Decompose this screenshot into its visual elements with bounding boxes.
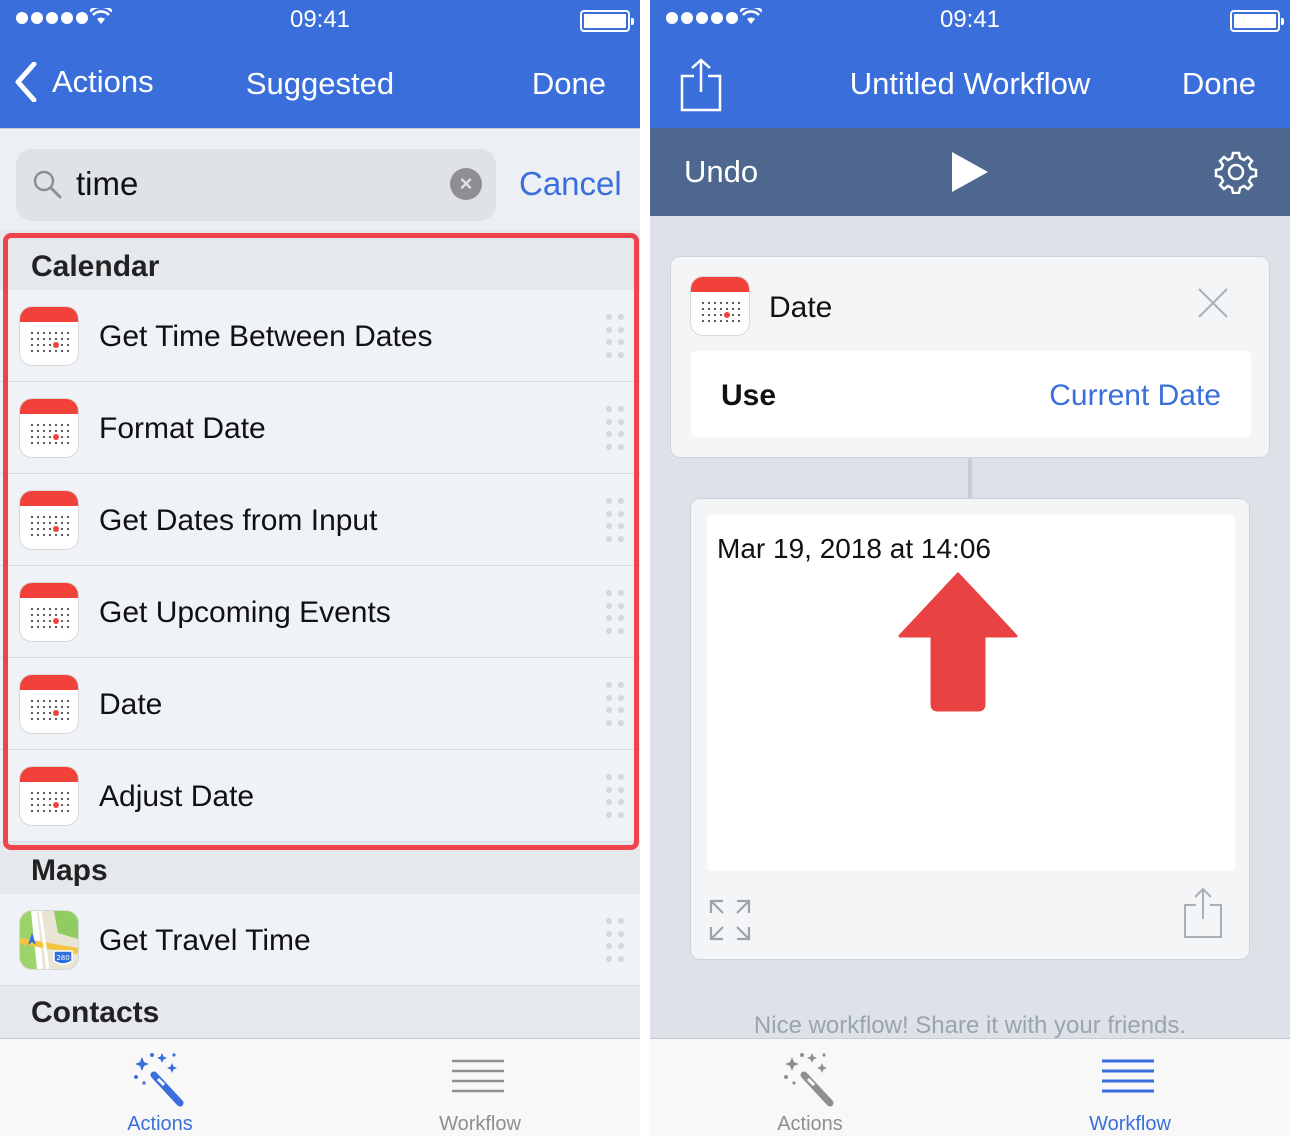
calendar-icon <box>691 277 749 335</box>
close-icon[interactable] <box>1197 287 1229 319</box>
tab-actions-label: Actions <box>777 1113 843 1135</box>
tab-workflow-label: Workflow <box>1089 1113 1171 1135</box>
connector-line <box>968 458 972 498</box>
list-item-label: Format Date <box>99 412 266 445</box>
calendar-icon <box>20 767 78 825</box>
search-input[interactable]: time × <box>16 149 496 221</box>
drag-handle-icon[interactable] <box>606 682 624 728</box>
list-item-label: Adjust Date <box>99 780 255 813</box>
navigation-bar: Actions Suggested Done <box>0 40 640 128</box>
parameter-value[interactable]: Current Date <box>1049 379 1221 413</box>
battery-icon <box>580 10 634 32</box>
search-icon <box>33 170 62 199</box>
list-icon <box>452 1059 504 1093</box>
workflow-toolbar: Undo <box>650 128 1290 216</box>
section-header-contacts: Contacts <box>0 986 640 1038</box>
maps-icon: 280 <box>20 911 78 969</box>
up-arrow-icon <box>898 572 1018 712</box>
screen-divider <box>640 0 650 1136</box>
status-bar: 09:41 <box>650 0 1290 40</box>
tab-actions[interactable]: Actions <box>650 1039 970 1136</box>
calendar-icon <box>20 675 78 733</box>
status-time: 09:41 <box>939 6 1001 33</box>
results-list: Calendar Get Time Between Dates Format D… <box>0 230 640 1038</box>
calendar-icon <box>20 307 78 365</box>
list-item[interactable]: Get Upcoming Events <box>0 566 640 658</box>
magic-wand-icon <box>134 1053 184 1107</box>
list-item[interactable]: Format Date <box>0 382 640 474</box>
cancel-button[interactable]: Cancel <box>519 165 622 203</box>
list-item[interactable]: Adjust Date <box>0 750 640 842</box>
parameter-row[interactable]: Use Current Date <box>691 351 1251 437</box>
list-item-label: Get Upcoming Events <box>99 596 391 629</box>
drag-handle-icon[interactable] <box>606 590 624 636</box>
undo-button[interactable]: Undo <box>684 154 758 190</box>
done-button[interactable]: Done <box>1182 66 1256 102</box>
done-button[interactable]: Done <box>532 66 606 102</box>
expand-icon[interactable] <box>709 899 751 941</box>
calendar-icon <box>20 491 78 549</box>
list-item[interactable]: Get Dates from Input <box>0 474 640 566</box>
drag-handle-icon[interactable] <box>606 774 624 820</box>
tab-actions[interactable]: Actions <box>0 1039 320 1136</box>
list-item-label: Get Time Between Dates <box>99 320 433 353</box>
drag-handle-icon[interactable] <box>606 498 624 544</box>
result-text: Mar 19, 2018 at 14:06 <box>717 533 991 564</box>
tab-bar: Actions Workflow <box>0 1038 640 1136</box>
list-icon <box>1102 1059 1154 1093</box>
calendar-icon <box>20 583 78 641</box>
share-icon[interactable] <box>1183 887 1223 939</box>
play-icon[interactable] <box>952 152 988 192</box>
maps-badge-text: 280 <box>56 954 69 962</box>
magic-wand-icon <box>784 1053 834 1107</box>
status-time: 09:41 <box>289 6 351 33</box>
tab-workflow-label: Workflow <box>439 1113 521 1135</box>
share-icon[interactable] <box>680 58 722 112</box>
search-area: time × Cancel <box>0 128 640 230</box>
list-item-label: Date <box>99 688 163 721</box>
clear-icon[interactable]: × <box>450 168 482 200</box>
battery-icon <box>1230 10 1284 32</box>
list-item-label: Get Dates from Input <box>99 504 378 537</box>
navigation-bar: Untitled Workflow Done <box>650 40 1290 128</box>
workflow-screen: 09:41 Untitled Workflow Done Undo Date U… <box>650 0 1290 1136</box>
drag-handle-icon[interactable] <box>606 314 624 360</box>
section-header-calendar: Calendar <box>0 230 640 290</box>
list-item[interactable]: Date <box>0 658 640 750</box>
calendar-icon <box>20 399 78 457</box>
back-button[interactable]: Actions <box>14 62 154 102</box>
parameter-label: Use <box>721 379 777 412</box>
section-header-maps: Maps <box>0 842 640 894</box>
list-item[interactable]: 280 Get Travel Time <box>0 894 640 986</box>
gear-icon[interactable] <box>1214 150 1258 194</box>
maps-graphic: 280 <box>20 911 78 969</box>
tab-workflow[interactable]: Workflow <box>970 1039 1290 1136</box>
tab-workflow[interactable]: Workflow <box>320 1039 640 1136</box>
chevron-left-icon <box>15 62 37 102</box>
actions-screen: 09:41 Actions Suggested Done time × Canc… <box>0 0 640 1136</box>
action-title: Date <box>769 291 833 324</box>
search-query: time <box>76 165 139 202</box>
drag-handle-icon[interactable] <box>606 918 624 964</box>
footer-message: Nice workflow! Share it with your friend… <box>753 1012 1187 1039</box>
back-label: Actions <box>52 64 154 99</box>
list-item-label: Get Travel Time <box>99 924 311 957</box>
tab-bar: Actions Workflow <box>650 1038 1290 1136</box>
tab-actions-label: Actions <box>127 1113 193 1135</box>
action-card-date[interactable]: Date Use Current Date <box>670 256 1270 458</box>
drag-handle-icon[interactable] <box>606 406 624 452</box>
status-bar: 09:41 <box>0 0 640 40</box>
list-item[interactable]: Get Time Between Dates <box>0 290 640 382</box>
result-card: Mar 19, 2018 at 14:06 <box>690 498 1250 960</box>
